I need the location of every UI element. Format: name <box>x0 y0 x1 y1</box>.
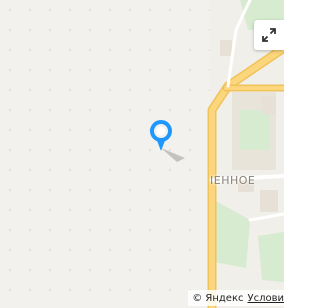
map-copyright: © Яндекс Услови <box>188 290 284 306</box>
copyright-text: © Яндекс <box>192 292 244 304</box>
district-label: IEHHOE <box>210 174 256 187</box>
map-view[interactable]: IEHHOE © Яндекс Услови <box>0 0 284 308</box>
expand-map-button[interactable] <box>254 20 284 50</box>
location-pin-icon[interactable] <box>147 118 189 170</box>
expand-diagonal-icon <box>262 28 276 42</box>
terms-link[interactable]: Услови <box>248 293 285 304</box>
map-tiles <box>207 0 284 308</box>
